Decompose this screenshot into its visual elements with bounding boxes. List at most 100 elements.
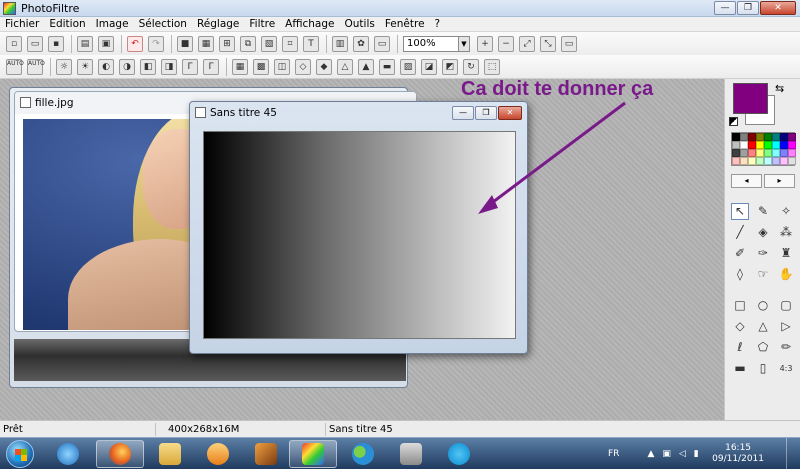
zoom-in-icon[interactable]: + bbox=[477, 35, 493, 52]
volume-icon[interactable]: ◁ bbox=[679, 449, 686, 459]
polygon-icon[interactable]: ⬠ bbox=[754, 339, 772, 356]
arrow-shape-icon[interactable]: ▷ bbox=[777, 318, 795, 335]
foreground-color-swatch[interactable] bbox=[733, 83, 768, 114]
undo-icon[interactable]: ↶ bbox=[127, 35, 143, 52]
fit-window-icon[interactable]: ⤢ bbox=[519, 35, 535, 52]
equal-icon[interactable]: ▬ bbox=[731, 360, 749, 377]
explorer-icon[interactable]: ▥ bbox=[332, 35, 348, 52]
auto-levels-icon[interactable]: AUTO bbox=[6, 58, 24, 75]
color-swatch[interactable] bbox=[772, 133, 780, 141]
taskbar-video-app[interactable] bbox=[242, 440, 290, 468]
flip-icon[interactable]: ◩ bbox=[442, 58, 458, 75]
taskbar-messenger[interactable] bbox=[339, 440, 387, 468]
zoom-dropdown-icon[interactable]: ▼ bbox=[459, 35, 470, 52]
color-swatch[interactable] bbox=[732, 149, 740, 157]
minimize-button[interactable]: — bbox=[714, 1, 736, 15]
reset-colors-icon[interactable] bbox=[729, 117, 738, 126]
color-swatch[interactable] bbox=[788, 141, 796, 149]
eyedropper-icon[interactable]: ✎ bbox=[754, 203, 772, 220]
color-swatch[interactable] bbox=[748, 133, 756, 141]
menu-fichier[interactable]: Fichier bbox=[0, 18, 44, 30]
brightness-minus-icon[interactable]: ☼ bbox=[56, 58, 72, 75]
save-icon[interactable]: ▪ bbox=[48, 35, 64, 52]
emboss-icon[interactable]: ▲ bbox=[358, 58, 374, 75]
redo-icon[interactable]: ↷ bbox=[148, 35, 164, 52]
paste-icon[interactable]: ▧ bbox=[261, 35, 277, 52]
color-swatch[interactable] bbox=[772, 149, 780, 157]
smudge-icon[interactable]: ☞ bbox=[754, 266, 772, 283]
fullscreen-icon[interactable]: ▭ bbox=[561, 35, 577, 52]
menu-fenetre[interactable]: Fenêtre bbox=[380, 18, 430, 30]
color-swatch[interactable] bbox=[764, 133, 772, 141]
color-swatch[interactable] bbox=[732, 141, 740, 149]
actual-size-icon[interactable]: ⤡ bbox=[540, 35, 556, 52]
color-grid-icon[interactable]: ▦ bbox=[198, 35, 214, 52]
menu-affichage[interactable]: Affichage bbox=[280, 18, 339, 30]
menu-outils[interactable]: Outils bbox=[340, 18, 380, 30]
open-folder-icon[interactable]: ▭ bbox=[27, 35, 43, 52]
menu-image[interactable]: Image bbox=[91, 18, 134, 30]
rectangle-icon[interactable]: □ bbox=[731, 297, 749, 314]
line-icon[interactable]: ╱ bbox=[731, 224, 749, 241]
taskbar-camera[interactable] bbox=[387, 440, 435, 468]
color-swatch[interactable] bbox=[764, 149, 772, 157]
grid-filter-icon[interactable]: ▦ bbox=[232, 58, 248, 75]
taskbar-firefox[interactable] bbox=[96, 440, 144, 468]
menu-edition[interactable]: Edition bbox=[44, 18, 90, 30]
power-icon[interactable]: ▮ bbox=[694, 449, 699, 459]
taskbar-skype[interactable] bbox=[435, 440, 483, 468]
spray-icon[interactable]: ⁂ bbox=[777, 224, 795, 241]
contrast-minus-icon[interactable]: ◐ bbox=[98, 58, 114, 75]
color-swatch[interactable] bbox=[732, 157, 740, 165]
brightness-plus-icon[interactable]: ☀ bbox=[77, 58, 93, 75]
stamp-icon[interactable]: ♜ bbox=[777, 245, 795, 262]
transform-icon[interactable]: ⬚ bbox=[484, 58, 500, 75]
menu-reglage[interactable]: Réglage bbox=[192, 18, 244, 30]
color-swatch[interactable] bbox=[756, 133, 764, 141]
pencil-icon[interactable]: ✏ bbox=[777, 339, 795, 356]
scan-icon[interactable]: ▣ bbox=[98, 35, 114, 52]
color-swatch[interactable] bbox=[788, 157, 796, 165]
color-swatch[interactable] bbox=[748, 149, 756, 157]
brush-icon[interactable]: ✐ bbox=[731, 245, 749, 262]
color-swatch[interactable] bbox=[780, 133, 788, 141]
taskbar-media-player[interactable] bbox=[194, 440, 242, 468]
color-swatch[interactable] bbox=[780, 157, 788, 165]
soften-icon[interactable]: ◇ bbox=[295, 58, 311, 75]
texture-icon[interactable]: ▩ bbox=[253, 58, 269, 75]
color-swatch[interactable] bbox=[756, 149, 764, 157]
new-file-icon[interactable]: ▫ bbox=[6, 35, 22, 52]
color-swatch[interactable] bbox=[772, 141, 780, 149]
gamma-minus-icon[interactable]: Γ bbox=[182, 58, 198, 75]
color-swatch[interactable] bbox=[764, 157, 772, 165]
color-swatch[interactable] bbox=[740, 141, 748, 149]
color-swatch[interactable] bbox=[740, 133, 748, 141]
swap-colors-icon[interactable]: ⇆ bbox=[775, 82, 784, 95]
color-swatch[interactable] bbox=[788, 133, 796, 141]
maximize-button[interactable]: ❐ bbox=[737, 1, 759, 15]
saturation-plus-icon[interactable]: ◨ bbox=[161, 58, 177, 75]
contrast-plus-icon[interactable]: ◑ bbox=[119, 58, 135, 75]
color-swatch[interactable] bbox=[780, 149, 788, 157]
lasso-icon[interactable]: ℓ bbox=[731, 339, 749, 356]
fit-icon[interactable]: ▯ bbox=[754, 360, 772, 377]
triangle-icon[interactable]: △ bbox=[754, 318, 772, 335]
palette-prev-button[interactable]: ◂ bbox=[731, 174, 762, 188]
sharpen-icon[interactable]: ◆ bbox=[316, 58, 332, 75]
diamond-icon[interactable]: ◇ bbox=[731, 318, 749, 335]
taskbar-explorer[interactable] bbox=[146, 440, 194, 468]
taskbar-photofiltre[interactable] bbox=[289, 440, 337, 468]
saturation-minus-icon[interactable]: ◧ bbox=[140, 58, 156, 75]
color-swatch[interactable] bbox=[756, 157, 764, 165]
color-swatch[interactable] bbox=[748, 157, 756, 165]
hand-icon[interactable]: ✋ bbox=[777, 266, 795, 283]
network-icon[interactable]: ▣ bbox=[662, 449, 671, 459]
palette-next-button[interactable]: ▸ bbox=[764, 174, 795, 188]
drop-icon[interactable]: ◊ bbox=[731, 266, 749, 283]
auto-contrast-icon[interactable]: AUTO bbox=[27, 58, 45, 75]
menu-help[interactable]: ? bbox=[430, 18, 446, 30]
color-swatch[interactable] bbox=[788, 149, 796, 157]
advanced-brush-icon[interactable]: ✑ bbox=[754, 245, 772, 262]
color-filter-icon[interactable]: ▨ bbox=[400, 58, 416, 75]
gamma-plus-icon[interactable]: Γ bbox=[203, 58, 219, 75]
